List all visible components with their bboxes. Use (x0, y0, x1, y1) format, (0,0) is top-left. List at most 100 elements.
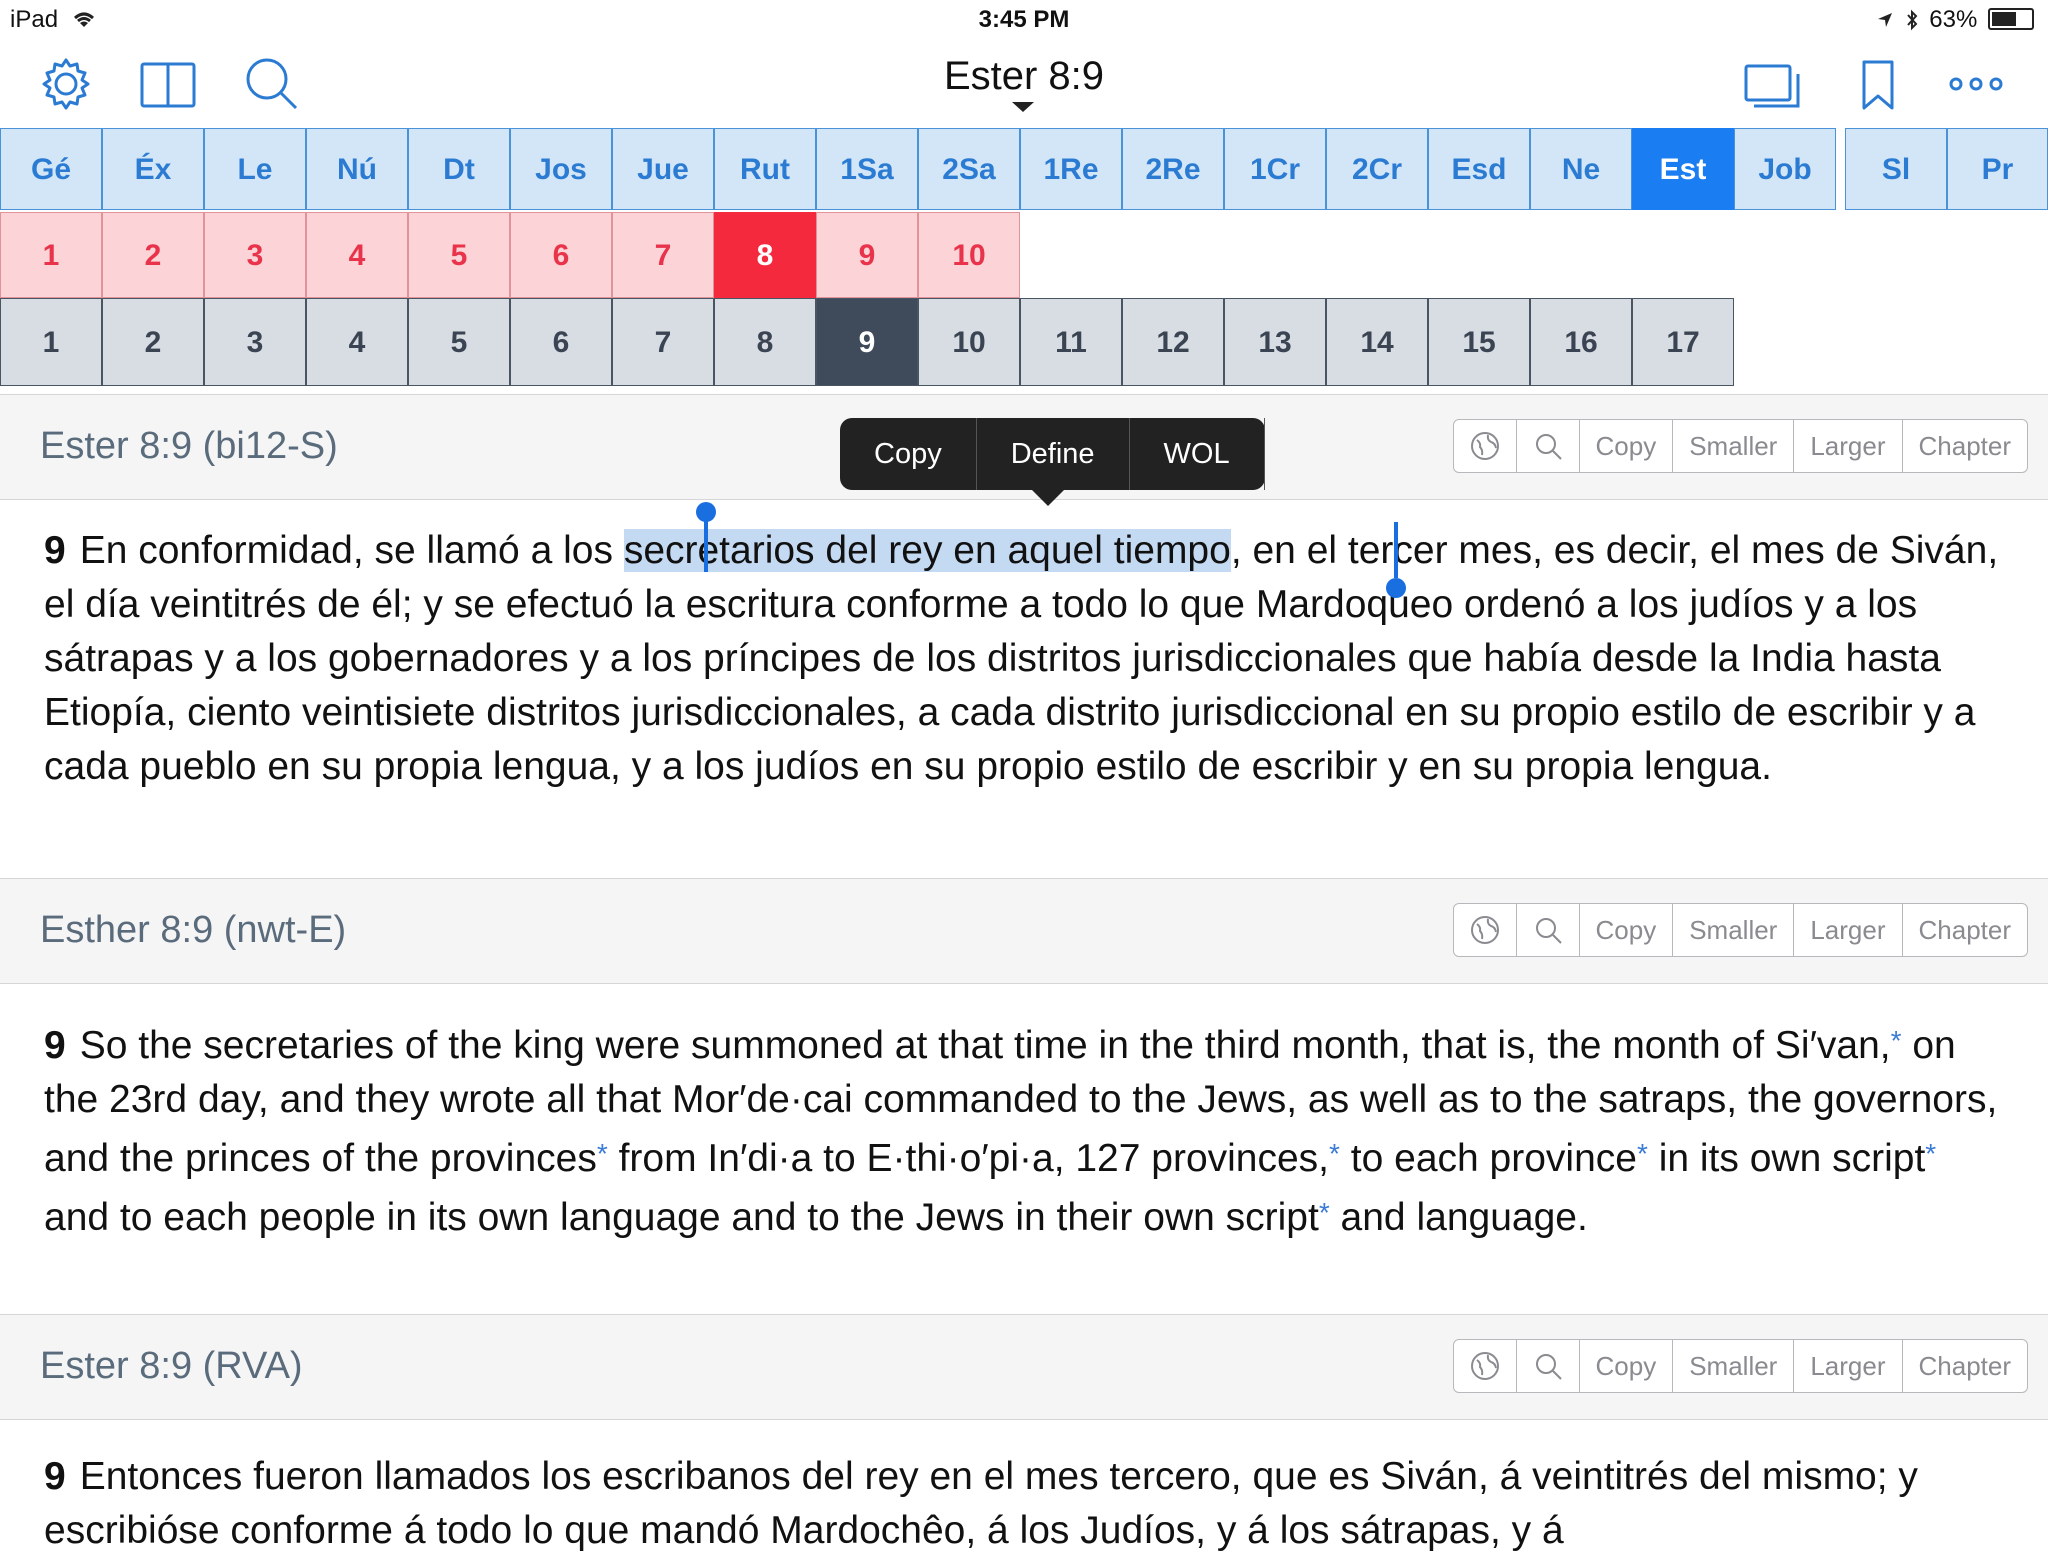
book-tab[interactable]: Le (204, 128, 306, 210)
section-header-rva: Ester 8:9 (RVA) Copy Smaller Larger Chap… (0, 1314, 2048, 1420)
book-tab[interactable]: Jue (612, 128, 714, 210)
verse-text-bi12[interactable]: 9 En conformidad, se llamó a los secretar… (44, 524, 2004, 794)
chapter-button[interactable]: Chapter (1903, 420, 2028, 472)
smaller-button[interactable]: Smaller (1673, 420, 1795, 472)
book-tab[interactable]: 1Cr (1224, 128, 1326, 210)
book-tab[interactable]: Pr (1947, 128, 2048, 210)
larger-button[interactable]: Larger (1794, 1340, 1903, 1392)
chapter-button[interactable]: Chapter (1903, 1340, 2028, 1392)
verse-number: 9 (44, 529, 66, 572)
copy-button[interactable]: Copy (1580, 420, 1674, 472)
verse-tab[interactable]: 1 (0, 298, 102, 386)
chapter-tab[interactable]: 7 (612, 212, 714, 298)
verse-tab[interactable]: 2 (102, 298, 204, 386)
section-title: Esther 8:9 (nwt-E) (40, 909, 347, 951)
verse-tab[interactable]: 16 (1530, 298, 1632, 386)
verse-tab[interactable]: 8 (714, 298, 816, 386)
verse-tab[interactable]: 4 (306, 298, 408, 386)
chapter-tab[interactable]: 8 (714, 212, 816, 298)
selection-end-handle[interactable] (1394, 522, 1398, 578)
selection-end-knob[interactable] (1386, 578, 1406, 598)
chapter-tab[interactable]: 3 (204, 212, 306, 298)
book-tab[interactable]: 1Sa (816, 128, 918, 210)
status-time: 3:45 PM (978, 6, 1070, 33)
bluetooth-icon (1906, 9, 1917, 31)
chapter-tab[interactable]: 2 (102, 212, 204, 298)
verse-text-rva[interactable]: 9 Entonces fueron llamados los escribanos… (44, 1450, 2004, 1558)
selection-start-handle[interactable] (704, 516, 708, 572)
verse-tab[interactable]: 17 (1632, 298, 1734, 386)
section-title: Ester 8:9 (RVA) (40, 1345, 303, 1387)
verse-text-part: from In′di·a to E·thi·o′pi·a, 127 provin… (607, 1137, 1330, 1180)
book-tab[interactable]: Ne (1530, 128, 1632, 210)
title-dropdown-caret[interactable] (1012, 102, 1034, 112)
smaller-button[interactable]: Smaller (1673, 1340, 1795, 1392)
copy-button[interactable]: Copy (1580, 1340, 1674, 1392)
search-button[interactable] (1517, 1340, 1580, 1392)
book-tab[interactable]: Esd (1428, 128, 1530, 210)
book-tab[interactable]: 2Sa (918, 128, 1020, 210)
footnote-marker[interactable]: * (597, 1138, 608, 1169)
book-tab[interactable]: Est (1632, 128, 1734, 210)
verse-tab[interactable]: 14 (1326, 298, 1428, 386)
verse-tab[interactable]: 9 (816, 298, 918, 386)
search-icon (1535, 918, 1562, 944)
selected-text[interactable]: secretarios del rey en aquel tiempo (623, 529, 1231, 572)
verse-tab[interactable]: 7 (612, 298, 714, 386)
verse-tab[interactable]: 5 (408, 298, 510, 386)
verse-tab[interactable]: 6 (510, 298, 612, 386)
windows-icon[interactable] (1740, 52, 1804, 116)
book-tab[interactable]: Nú (306, 128, 408, 210)
book-tab[interactable]: Dt (408, 128, 510, 210)
book-tab[interactable]: Éx (102, 128, 204, 210)
chapter-tab[interactable]: 5 (408, 212, 510, 298)
larger-button[interactable]: Larger (1794, 904, 1903, 956)
chapter-tab[interactable]: 10 (918, 212, 1020, 298)
menu-wol[interactable]: WOL (1130, 418, 1265, 490)
verse-text-part: to each province (1339, 1137, 1637, 1180)
globe-button[interactable] (1454, 904, 1517, 956)
search-button[interactable] (1517, 904, 1580, 956)
section-title: Ester 8:9 (bi12-S) (40, 425, 338, 467)
book-tab[interactable]: Gé (0, 128, 102, 210)
book-tab[interactable]: Job (1734, 128, 1836, 210)
copy-button[interactable]: Copy (1580, 904, 1674, 956)
footnote-marker[interactable]: * (1925, 1138, 1936, 1169)
book-selector: Gé Éx Le Nú Dt Jos Jue Rut 1Sa 2Sa 1Re 2Re 1Cr 2Cr Esd… (0, 128, 2048, 212)
globe-button[interactable] (1454, 1340, 1517, 1392)
verse-tab[interactable]: 12 (1122, 298, 1224, 386)
chapter-tab[interactable]: 4 (306, 212, 408, 298)
book-tab[interactable]: Rut (714, 128, 816, 210)
chapter-tab[interactable]: 6 (510, 212, 612, 298)
selection-menu: Copy Define WOL (840, 418, 1265, 506)
bookmark-icon[interactable] (1846, 52, 1910, 116)
battery-percent: 63% (1929, 6, 1978, 33)
more-icon[interactable] (1944, 52, 2008, 116)
footnote-marker[interactable]: * (1637, 1138, 1648, 1169)
larger-button[interactable]: Larger (1794, 420, 1903, 472)
book-tab[interactable]: Jos (510, 128, 612, 210)
book-tab[interactable]: 2Re (1122, 128, 1224, 210)
book-tab[interactable]: 2Cr (1326, 128, 1428, 210)
verse-tab[interactable]: 3 (204, 298, 306, 386)
verse-tab[interactable]: 13 (1224, 298, 1326, 386)
verse-tab[interactable]: 11 (1020, 298, 1122, 386)
chapter-tab[interactable]: 9 (816, 212, 918, 298)
footnote-marker[interactable]: * (1891, 1025, 1902, 1056)
book-tab[interactable]: Sl (1845, 128, 1947, 210)
verse-text-nwt[interactable]: 9 So the secretaries of the king were sum… (44, 1014, 2004, 1245)
footnote-marker[interactable]: * (1319, 1197, 1330, 1228)
verse-tab[interactable]: 15 (1428, 298, 1530, 386)
chapter-button[interactable]: Chapter (1903, 904, 2028, 956)
menu-define[interactable]: Define (977, 418, 1130, 490)
verse-tab[interactable]: 10 (918, 298, 1020, 386)
verse-number: 9 (44, 1024, 66, 1067)
smaller-button[interactable]: Smaller (1673, 904, 1795, 956)
book-tab[interactable]: 1Re (1020, 128, 1122, 210)
globe-button[interactable] (1454, 420, 1517, 472)
chapter-tab[interactable]: 1 (0, 212, 102, 298)
footnote-marker[interactable]: * (1329, 1138, 1340, 1169)
menu-copy[interactable]: Copy (840, 418, 977, 490)
search-button[interactable] (1517, 420, 1580, 472)
verse-number: 9 (44, 1455, 66, 1498)
